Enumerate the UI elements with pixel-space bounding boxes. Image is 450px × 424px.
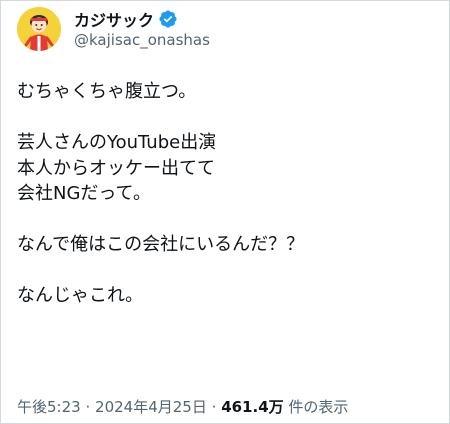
views-count: 461.4万 (221, 398, 284, 416)
post-line: 会社NGだって。 (17, 183, 151, 204)
post-date[interactable]: 2024年4月25日 (95, 398, 207, 416)
post-header: カジサック @kajisac_onashas (17, 7, 210, 51)
name-row: カジサック (74, 8, 210, 30)
avatar[interactable] (17, 7, 61, 51)
post-line-blank (17, 105, 437, 131)
author-names: カジサック @kajisac_onashas (74, 8, 210, 50)
post-line: 芸人さんのYouTube出演 (17, 132, 217, 153)
avatar-illustration-icon (17, 7, 61, 51)
meta-separator: · (85, 398, 91, 416)
post-time[interactable]: 午後5:23 (17, 398, 81, 416)
post-line: なんで俺はこの会社にいるんだ？？ (17, 234, 305, 255)
post-card: カジサック @kajisac_onashas むちゃくちゃ腹立つ。 芸人さんのY… (0, 0, 450, 424)
meta-separator: · (211, 398, 217, 416)
post-text: むちゃくちゃ腹立つ。 芸人さんのYouTube出演 本人からオッケー出てて 会社… (17, 79, 437, 309)
views-label: 件の表示 (288, 398, 349, 416)
post-line: なんじゃこれ。 (17, 285, 144, 306)
post-line-blank (17, 207, 437, 233)
post-line: 本人からオッケー出てて (17, 157, 215, 179)
verified-badge-icon[interactable] (158, 9, 178, 29)
author-display-name[interactable]: カジサック (74, 7, 154, 31)
post-line: むちゃくちゃ腹立つ。 (17, 81, 197, 102)
author-handle[interactable]: @kajisac_onashas (74, 30, 210, 50)
post-meta: 午後5:23 · 2024年4月25日 · 461.4万 件の表示 (17, 397, 348, 417)
post-line-blank (17, 258, 437, 284)
